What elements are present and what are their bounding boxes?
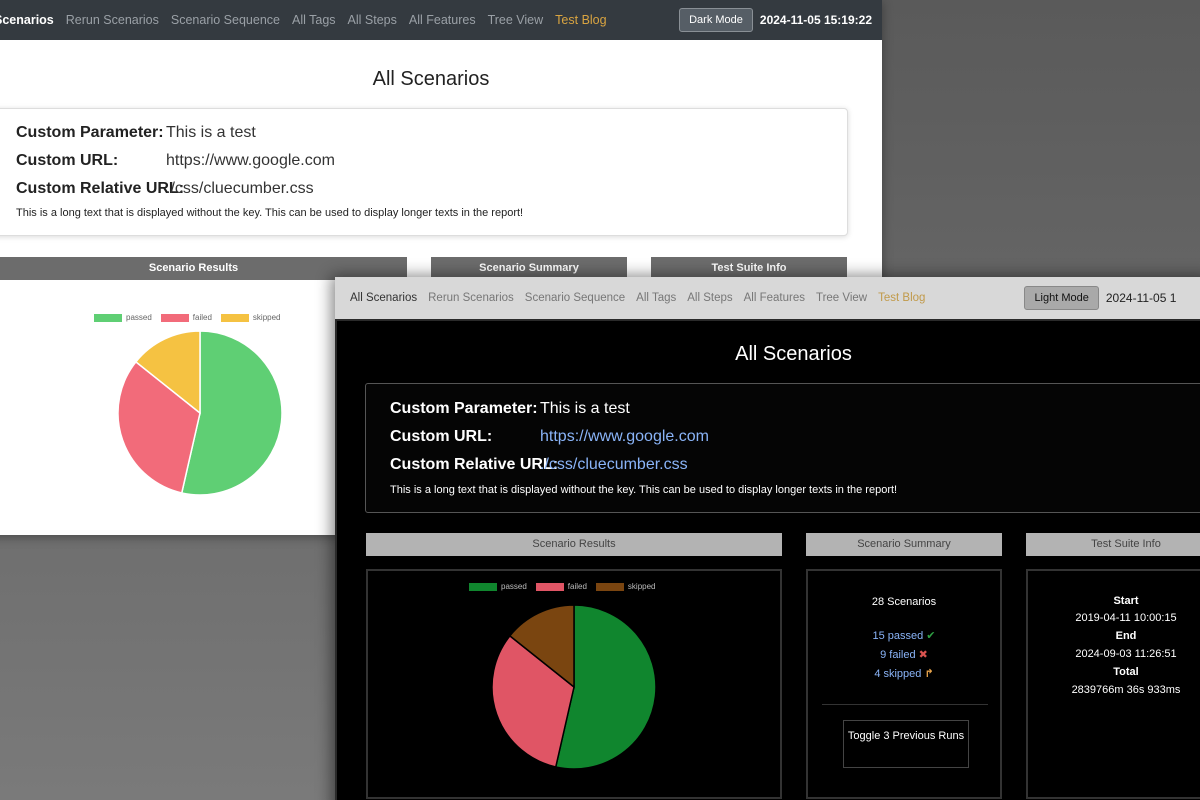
nav-scenario-sequence[interactable]: Scenario Sequence (525, 292, 625, 304)
scenario-summary-card: 28 Scenarios 15 passed ✔ 9 failed ✖ 4 sk… (806, 569, 1002, 799)
dark-mode-report-window: All Scenarios Rerun Scenarios Scenario S… (335, 277, 1200, 800)
param-link[interactable]: https://www.google.com (540, 428, 709, 446)
nav-all-scenarios[interactable]: All Scenarios (350, 292, 417, 304)
navbar-light: Scenarios Rerun Scenarios Scenario Seque… (0, 0, 882, 40)
card-header-scenario-results: Scenario Results (366, 533, 782, 556)
nav-test-blog[interactable]: Test Blog (555, 13, 606, 27)
navbar-right: Light Mode 2024-11-05 1 (936, 286, 1176, 310)
param-key: Custom URL: (390, 428, 493, 445)
navbar-dark: All Scenarios Rerun Scenarios Scenario S… (335, 277, 1200, 319)
suite-total-value: 2839766m 36s 933ms (1071, 684, 1181, 696)
param-key: Custom Relative URL: (16, 180, 185, 197)
long-text: This is a long text that is displayed wi… (390, 484, 898, 496)
custom-parameters-card: Custom Parameter: This is a test Custom … (365, 383, 1200, 513)
nav-all-steps[interactable]: All Steps (348, 13, 397, 27)
summary-skipped-row: 4 skipped ↱ (808, 667, 1000, 680)
summary-total: 28 Scenarios (871, 596, 937, 608)
cross-icon: ✖ (918, 649, 928, 661)
test-suite-info-card: Start 2019-04-11 10:00:15 End 2024-09-03… (1026, 569, 1200, 799)
suite-start-value: 2019-04-11 10:00:15 (1075, 612, 1177, 624)
param-key: Custom URL: (16, 152, 119, 169)
page-title: All Scenarios (735, 343, 852, 365)
nav-all-tags[interactable]: All Tags (292, 13, 336, 27)
nav-tree-view[interactable]: Tree View (488, 13, 544, 27)
summary-skipped-link[interactable]: 4 skipped (874, 668, 921, 680)
navbar-right: Dark Mode 2024-11-05 15:19:22 (679, 8, 872, 32)
timestamp: 2024-11-05 15:19:22 (759, 13, 872, 27)
param-key: Custom Parameter: (16, 124, 164, 141)
card-header-scenario-summary: Scenario Summary (806, 533, 1002, 556)
nav-test-blog[interactable]: Test Blog (878, 292, 925, 304)
nav-all-tags[interactable]: All Tags (636, 292, 676, 304)
nav-scenarios[interactable]: Scenarios (0, 13, 54, 27)
check-icon: ✔ (926, 630, 936, 642)
suite-total-label: Total (1113, 666, 1139, 678)
summary-passed-link[interactable]: 15 passed (872, 630, 923, 642)
skip-arrow-icon: ↱ (924, 668, 934, 680)
light-mode-button[interactable]: Light Mode (1024, 286, 1099, 310)
pie-chart (491, 604, 657, 770)
param-link[interactable]: ./css/cluecumber.css (540, 456, 688, 474)
desktop-background: Scenarios Rerun Scenarios Scenario Seque… (0, 0, 1200, 800)
param-value: This is a test (166, 124, 256, 141)
nav-all-features[interactable]: All Features (744, 292, 805, 304)
param-key: Custom Relative URL: (390, 456, 559, 473)
dark-mode-button[interactable]: Dark Mode (679, 8, 753, 32)
summary-failed-link[interactable]: 9 failed (880, 649, 915, 661)
card-header-test-suite-info: Test Suite Info (1026, 533, 1200, 556)
page-title: All Scenarios (372, 68, 490, 90)
param-key: Custom Parameter: (390, 400, 538, 417)
divider (822, 704, 988, 705)
param-link[interactable]: ./css/cluecumber.css (166, 180, 314, 198)
nav-rerun-scenarios[interactable]: Rerun Scenarios (66, 13, 159, 27)
suite-end-label: End (1115, 630, 1137, 642)
custom-parameters-card: Custom Parameter: This is a test Custom … (0, 108, 848, 236)
nav-all-features[interactable]: All Features (409, 13, 476, 27)
summary-failed-row: 9 failed ✖ (808, 648, 1000, 661)
scenario-results-chart-dark: passed failed skipped (366, 569, 782, 799)
toggle-previous-runs-button[interactable]: Toggle 3 Previous Runs (843, 720, 969, 768)
param-value: This is a test (540, 400, 630, 417)
suite-end-value: 2024-09-03 11:26:51 (1075, 648, 1177, 660)
long-text: This is a long text that is displayed wi… (16, 207, 524, 219)
timestamp: 2024-11-05 1 (1105, 291, 1177, 305)
nav-all-steps[interactable]: All Steps (687, 292, 732, 304)
nav-rerun-scenarios[interactable]: Rerun Scenarios (428, 292, 514, 304)
param-link[interactable]: https://www.google.com (166, 152, 335, 170)
suite-start-label: Start (1113, 595, 1139, 607)
nav-scenario-sequence[interactable]: Scenario Sequence (171, 13, 280, 27)
summary-passed-row: 15 passed ✔ (808, 629, 1000, 642)
nav-tree-view[interactable]: Tree View (816, 292, 867, 304)
